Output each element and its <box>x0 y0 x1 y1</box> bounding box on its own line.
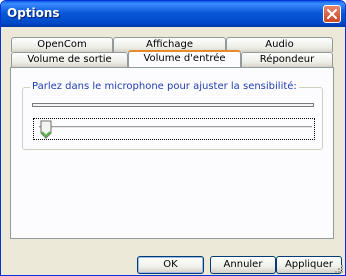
tab-label: Répondeur <box>259 54 315 65</box>
apply-label: Appliquer <box>284 259 334 270</box>
ok-label: OK <box>163 259 178 270</box>
tab-label: Volume d'entrée <box>143 53 226 64</box>
ok-button[interactable]: OK <box>137 256 204 274</box>
slider-track <box>39 126 312 129</box>
tab-opencom[interactable]: OpenCom <box>11 37 113 52</box>
sensitivity-slider[interactable] <box>33 118 315 140</box>
cancel-label: Annuler <box>223 259 263 270</box>
tab-label: Volume de sortie <box>27 54 112 65</box>
tab-label: Audio <box>265 39 294 50</box>
window-title: Options <box>7 6 60 20</box>
tab-label: Affichage <box>146 39 193 50</box>
close-button[interactable] <box>323 5 341 23</box>
tab-volume-d-entree[interactable]: Volume d'entrée <box>128 50 241 67</box>
close-icon <box>327 9 337 19</box>
size-grip-icon[interactable] <box>333 263 344 274</box>
tab-repondeur[interactable]: Répondeur <box>241 52 333 67</box>
tab-label: OpenCom <box>37 39 87 50</box>
title-bar[interactable]: Options <box>1 1 345 27</box>
input-level-meter <box>32 103 314 107</box>
tab-audio[interactable]: Audio <box>226 37 333 52</box>
slider-thumb[interactable] <box>40 120 52 140</box>
cancel-button[interactable]: Annuler <box>210 256 276 274</box>
group-label: Parlez dans le microphone pour ajuster l… <box>30 81 299 92</box>
tab-volume-de-sortie[interactable]: Volume de sortie <box>11 52 128 67</box>
